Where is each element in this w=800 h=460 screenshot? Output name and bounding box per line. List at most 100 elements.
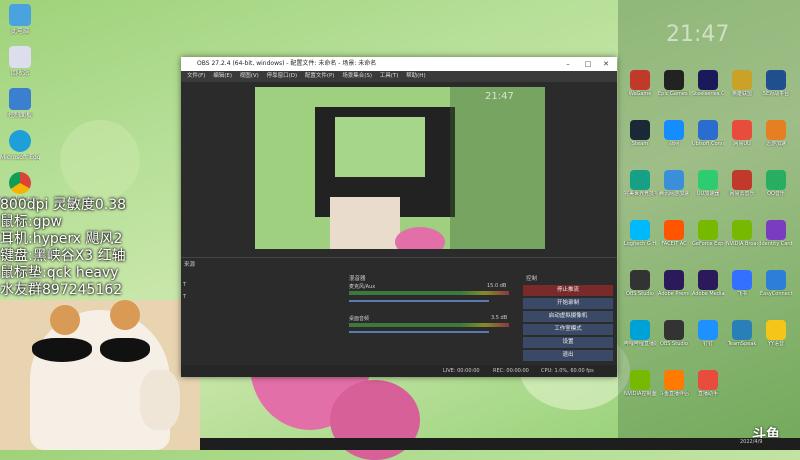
computer-icon <box>9 4 31 26</box>
app-icon-label: 迅游加速 <box>765 141 786 147</box>
minimize-icon[interactable]: – <box>559 57 577 71</box>
menu-tools[interactable]: 工具(T) <box>380 73 399 79</box>
overlay-keyboard: 键盘:黑峡谷X3 红轴 <box>0 248 126 264</box>
mixer-track1-name: 麦克风/Aux <box>349 284 376 290</box>
app-icon <box>766 270 786 290</box>
desktop-app-icon[interactable]: 5E对战平台 <box>760 70 792 97</box>
desktop-app-icon[interactable]: 哔哩哔哩直播姬 <box>624 320 656 347</box>
app-icon-label: Adobe Premiere Pro <box>658 291 690 297</box>
desktop-app-icon[interactable]: OBS Studio <box>624 270 656 297</box>
maximize-icon[interactable]: □ <box>579 57 597 71</box>
desktop-app-icon[interactable]: Adobe Premiere Pro <box>658 270 690 297</box>
desktop-app-icon[interactable]: 钉钉 <box>692 320 724 347</box>
desktop-icon-recycle-bin[interactable]: 回收站 <box>0 46 40 77</box>
source-row[interactable] <box>183 318 333 329</box>
studio-mode-button[interactable]: 工作室模式 <box>523 324 613 335</box>
obs-titlebar[interactable]: OBS 27.2.4 (64-bit, windows) - 配置文件: 未命名… <box>181 57 617 71</box>
desktop-app-icon[interactable]: Identity Card <box>760 220 792 247</box>
app-icon <box>732 70 752 90</box>
menu-file[interactable]: 文件(F) <box>187 73 205 79</box>
close-icon[interactable]: ✕ <box>597 57 615 71</box>
mixer-track1-slider[interactable] <box>349 300 489 302</box>
app-icon-label: NVIDIA控制面板 <box>624 391 656 397</box>
app-icon-label: 网易云音乐 <box>729 191 755 197</box>
desktop-app-icon[interactable]: 网易云音乐 <box>726 170 758 197</box>
webcam-cat-image <box>0 300 200 450</box>
desktop-app-icon[interactable]: QQ音乐 <box>760 170 792 197</box>
exit-button[interactable]: 退出 <box>523 350 613 361</box>
mixer-track2-slider[interactable] <box>349 331 489 333</box>
overlay-mousepad: 鼠标垫:qck heavy <box>0 265 119 281</box>
desktop-app-icon[interactable]: YY语音 <box>760 320 792 347</box>
app-icon-label: Logitech G HUB <box>624 241 656 247</box>
stop-streaming-button[interactable]: 停止推流 <box>523 285 613 296</box>
desktop-app-icon[interactable]: UU加速器 <box>692 170 724 197</box>
mixer-track2-meter <box>349 323 509 327</box>
app-icon-label: YY语音 <box>767 341 785 347</box>
source-row[interactable]: T <box>183 282 333 293</box>
desktop-app-icon[interactable]: OBS Studio <box>658 320 690 347</box>
status-live: LIVE: 00:00:00 <box>443 368 480 374</box>
desktop-app-icon[interactable]: Logitech G HUB <box>624 220 656 247</box>
app-icon <box>664 70 684 90</box>
menu-profile[interactable]: 配置文件(P) <box>305 73 335 79</box>
app-icon-label: Adobe Media Encoder <box>692 291 724 297</box>
app-icon <box>766 70 786 90</box>
desktop-app-icon[interactable]: EasyConnect <box>760 270 792 297</box>
desktop-app-icon[interactable]: Epic Games Launcher <box>658 70 690 97</box>
desktop-app-icon[interactable]: TeamSpeak <box>726 320 758 347</box>
desktop-app-icon[interactable]: 飞书 <box>726 270 758 297</box>
desktop-icon-edge[interactable]: Microsoft Edge <box>0 130 40 161</box>
desktop-app-icon[interactable]: GeForce Experience <box>692 220 724 247</box>
desktop-app-icon[interactable]: 英雄联盟 <box>726 70 758 97</box>
desktop-app-icon[interactable]: 战网 <box>658 120 690 147</box>
start-recording-button[interactable]: 开始录制 <box>523 298 613 309</box>
menu-scene-collection[interactable]: 场景集合(S) <box>342 73 372 79</box>
desktop-app-icon[interactable]: 迅游加速 <box>760 120 792 147</box>
obs-title: OBS 27.2.4 (64-bit, windows) - 配置文件: 未命名… <box>197 60 377 67</box>
menu-help[interactable]: 帮助(H) <box>406 73 425 79</box>
app-icon-label: Epic Games Launcher <box>658 91 690 97</box>
app-icon <box>630 220 650 240</box>
status-cpu: CPU: 1.0%, 60.00 fps <box>541 368 594 374</box>
chrome-icon <box>9 172 31 194</box>
desktop-app-icon[interactable]: 网易UU <box>726 120 758 147</box>
app-icon-label: 斗鱼直播伴侣 <box>658 391 689 397</box>
settings-button[interactable]: 设置 <box>523 337 613 348</box>
app-icon-label: Identity Card <box>760 241 792 247</box>
desktop-app-icon[interactable]: NVIDIA Broadcast <box>726 220 758 247</box>
desktop-app-icon[interactable]: Ubisoft Connect <box>692 120 724 147</box>
desktop-app-icon[interactable]: 腾讯网游加速 <box>658 170 690 197</box>
desktop-app-icon[interactable]: 斗鱼直播伴侣 <box>658 370 690 397</box>
desktop-clock: 21:47 <box>666 22 730 47</box>
source-row[interactable] <box>183 306 333 317</box>
overlay-dpi: 800dpi 灵敏度0.38 <box>0 197 127 213</box>
app-icon-label: GeForce Experience <box>692 241 724 247</box>
menu-edit[interactable]: 编辑(E) <box>213 73 232 79</box>
desktop-app-icon[interactable]: Steam <box>624 120 656 147</box>
taskbar-date: 2022/4/9 <box>740 439 763 445</box>
obs-preview[interactable]: 21:47 <box>255 87 545 249</box>
app-icon-label: QQ音乐 <box>767 191 785 197</box>
overlay-mouse: 鼠标:gpw <box>0 214 62 230</box>
source-row[interactable]: T <box>183 294 333 305</box>
desktop-app-icon[interactable]: FACEIT AC <box>658 220 690 247</box>
desktop-app-icon[interactable]: 完美世界竞技平台 <box>624 170 656 197</box>
desktop-icon-control-panel[interactable]: 控制面板 <box>0 88 40 119</box>
desktop-app-icon[interactable]: 直播助手 <box>692 370 724 397</box>
overlay-headset: 耳机:hyperx 飓风2 <box>0 231 123 247</box>
app-icon-label: 网易UU <box>733 141 751 147</box>
desktop-icon-this-pc[interactable]: 此电脑 <box>0 4 40 35</box>
obs-window[interactable]: OBS 27.2.4 (64-bit, windows) - 配置文件: 未命名… <box>181 57 617 377</box>
start-virtual-camera-button[interactable]: 启动虚拟摄像机 <box>523 311 613 322</box>
app-icon-label: 英雄联盟 <box>731 91 752 97</box>
desktop-app-icon[interactable]: Steelseries GG <box>692 70 724 97</box>
desktop-app-icon[interactable]: WeGame <box>624 70 656 97</box>
menu-docks[interactable]: 停靠窗口(D) <box>267 73 298 79</box>
source-row[interactable] <box>183 330 333 341</box>
app-icon <box>766 170 786 190</box>
desktop-app-icon[interactable]: NVIDIA控制面板 <box>624 370 656 397</box>
mixer-dock-title: 混音器 <box>349 276 366 282</box>
desktop-app-icon[interactable]: Adobe Media Encoder <box>692 270 724 297</box>
menu-view[interactable]: 视图(V) <box>240 73 259 79</box>
